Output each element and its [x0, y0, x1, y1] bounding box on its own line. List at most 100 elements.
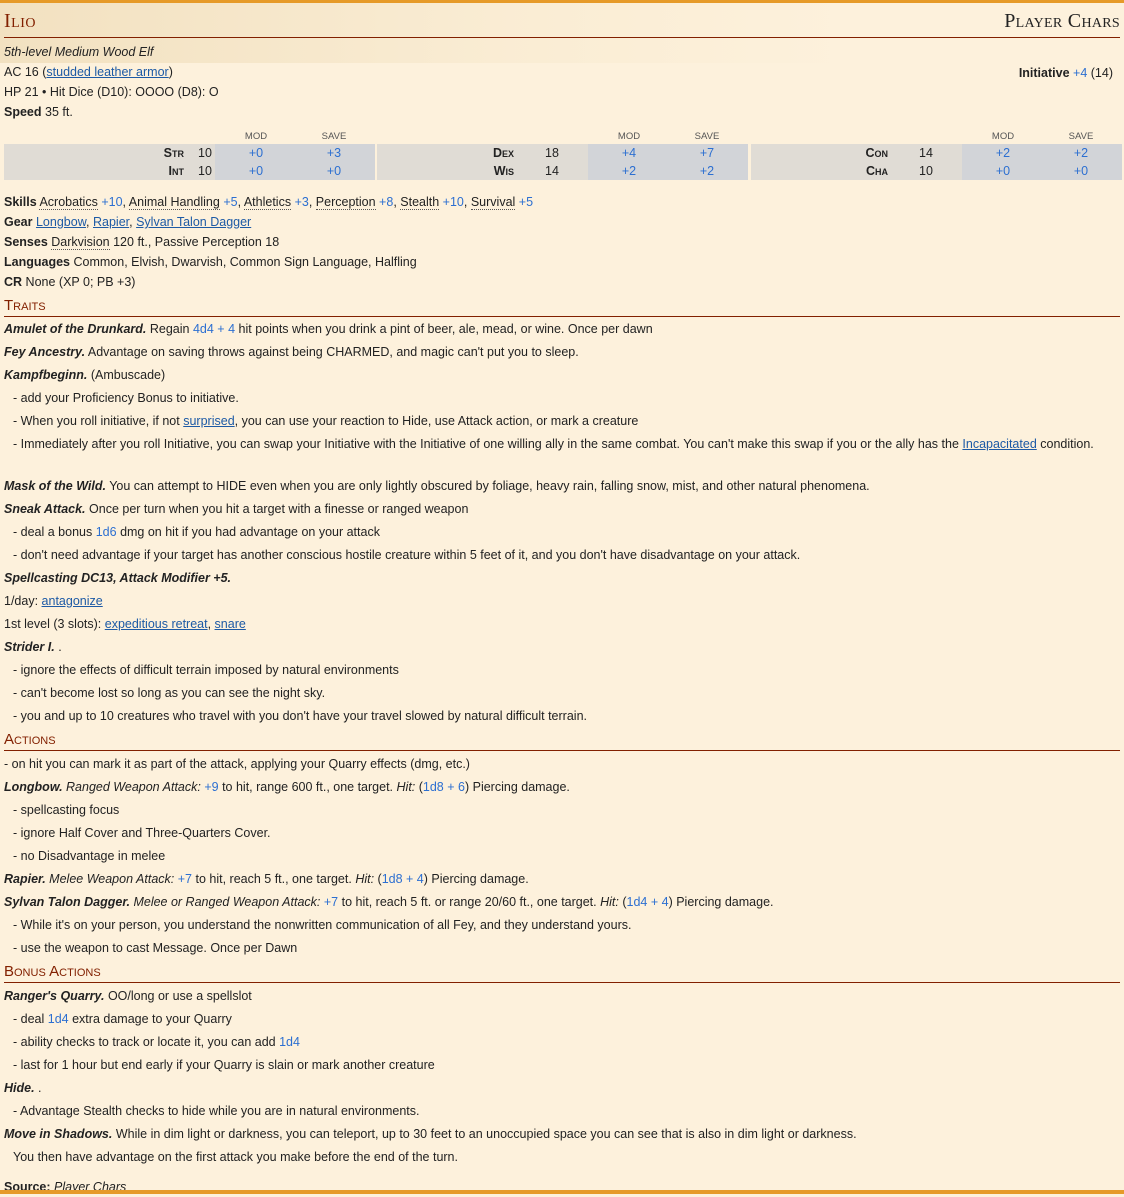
skills-line: Skills Acrobatics +10, Animal Handling +… [4, 195, 534, 210]
ability-save[interactable]: +0 [1040, 162, 1122, 180]
list-item: - don't need advantage if your target ha… [13, 548, 801, 562]
ability-mod[interactable]: +2 [588, 162, 670, 180]
bonus-hide: Hide. . [4, 1078, 1120, 1098]
list-item: - last for 1 hour but end early if your … [13, 1058, 435, 1072]
ability-score: 10 [919, 164, 933, 178]
to-hit-roll[interactable]: +7 [324, 895, 338, 909]
ability-save[interactable]: +2 [666, 162, 748, 180]
action-text: - deal [13, 1012, 45, 1026]
spell-link[interactable]: snare [215, 617, 246, 631]
dice-roll[interactable]: 1d4 [48, 1012, 69, 1026]
ability-group-2: MOD SAVE Dex 18 +4 +7 Wis 14 +2 +2 [377, 128, 748, 180]
attack-type: Melee or Ranged Weapon Attack: [133, 895, 321, 909]
source-tag[interactable]: Player Chars [1004, 10, 1120, 33]
trait-name: Kampfbeginn. [4, 368, 88, 382]
condition-link[interactable]: Incapacitated [962, 437, 1036, 451]
list-item: - add your Proficiency Bonus to initiati… [13, 391, 239, 405]
dice-roll[interactable]: 4d4 + 4 [193, 322, 235, 336]
attack-type: Melee Weapon Attack: [49, 872, 175, 886]
trait-name: Mask of the Wild. [4, 479, 106, 493]
skill-roll[interactable]: +10 [443, 195, 464, 209]
ability-mod[interactable]: +0 [215, 144, 297, 162]
armor-link[interactable]: studded leather armor [46, 65, 168, 79]
mod-header: MOD [244, 131, 268, 142]
senses-line: Senses Darkvision 120 ft., Passive Perce… [4, 232, 1120, 252]
list-item: - ability checks to track or locate it, … [4, 1032, 1120, 1052]
trait-spellcasting: Spellcasting DC13, Attack Modifier +5. [4, 571, 232, 585]
hit-label: Hit: [355, 872, 375, 886]
speed-line: Speed 35 ft. [4, 102, 1120, 122]
sense-term[interactable]: Darkvision [51, 235, 110, 250]
action-name: Move in Shadows. [4, 1127, 113, 1141]
ability-mod[interactable]: +0 [962, 162, 1044, 180]
skill-roll[interactable]: +8 [379, 195, 393, 209]
spell-level: 1st level (3 slots): [4, 617, 102, 631]
ability-save[interactable]: +3 [293, 144, 375, 162]
attack-type: Ranged Weapon Attack: [66, 780, 201, 794]
trait-kampf: Kampfbeginn. (Ambuscade) [4, 365, 1120, 385]
ability-name: Dex [492, 146, 514, 160]
ability-save[interactable]: +2 [1040, 144, 1122, 162]
ability-mod[interactable]: +2 [962, 144, 1044, 162]
action-longbow: Longbow. Ranged Weapon Attack: +9 to hit… [4, 780, 570, 794]
action-dagger: Sylvan Talon Dagger. Melee or Ranged Wea… [4, 895, 774, 909]
dice-roll[interactable]: 1d4 [279, 1035, 300, 1049]
list-item: - you and up to 10 creatures who travel … [13, 709, 587, 723]
condition-link[interactable]: surprised [183, 414, 234, 428]
gear-link[interactable]: Rapier [93, 215, 129, 229]
ability-row-str: Str 10 +0 +3 [4, 144, 375, 162]
skill-roll[interactable]: +5 [519, 195, 533, 209]
gear-link[interactable]: Longbow [36, 215, 86, 229]
ability-mod[interactable]: +0 [215, 162, 297, 180]
hp-line: HP 21 • Hit Dice (D10): OOOO (D8): O [4, 85, 219, 99]
cr-label: CR [4, 275, 23, 289]
languages-value: Common, Elvish, Dwarvish, Common Sign La… [73, 255, 417, 269]
action-name: Sylvan Talon Dagger. [4, 895, 130, 909]
ability-mod[interactable]: +4 [588, 144, 670, 162]
skill-roll[interactable]: +3 [295, 195, 309, 209]
damage-roll[interactable]: 1d8 + 4 [382, 872, 424, 886]
trait-text: (Ambuscade) [90, 368, 166, 382]
to-hit-roll[interactable]: +7 [178, 872, 192, 886]
initiative-value: (14) [1090, 66, 1113, 80]
action-text: Piercing damage. [431, 872, 529, 886]
skill-name[interactable]: Survival [470, 195, 516, 210]
statblock-header: Ilio Player Chars [4, 3, 1120, 38]
trait-text: . [58, 640, 62, 654]
gear-link[interactable]: Sylvan Talon Dagger [136, 215, 251, 229]
damage-roll[interactable]: 1d8 + 6 [423, 780, 465, 794]
list-item: - spellcasting focus [13, 803, 120, 817]
languages-label: Languages [4, 255, 70, 269]
to-hit-roll[interactable]: +9 [204, 780, 218, 794]
list-item: - use the weapon to cast Message. Once p… [13, 941, 298, 955]
list-item: You then have advantage on the first att… [13, 1150, 458, 1164]
action-text: While in dim light or darkness, you can … [115, 1127, 857, 1141]
spell-link[interactable]: expeditious retreat [105, 617, 208, 631]
skill-roll[interactable]: +10 [101, 195, 122, 209]
ability-row-cha: Cha 10 +0 +0 [751, 162, 1122, 180]
spell-link[interactable]: antagonize [42, 594, 103, 608]
damage-roll[interactable]: 1d4 + 4 [627, 895, 669, 909]
trait-sneak: Sneak Attack. Once per turn when you hit… [4, 499, 1120, 519]
skill-name[interactable]: Acrobatics [39, 195, 98, 210]
action-name: Ranger's Quarry. [4, 989, 105, 1003]
ability-row-int: Int 10 +0 +0 [4, 162, 375, 180]
ability-save[interactable]: +0 [293, 162, 375, 180]
list-item: - ignore the effects of difficult terrai… [13, 663, 399, 677]
save-header: SAVE [1068, 131, 1094, 142]
spell-line: 1st level (3 slots): expeditious retreat… [4, 617, 246, 631]
skill-name[interactable]: Animal Handling [128, 195, 220, 210]
ability-save[interactable]: +7 [666, 144, 748, 162]
action-text: to hit, range 600 ft., one target. [222, 780, 394, 794]
initiative-roll[interactable]: +4 [1073, 66, 1087, 80]
skill-name[interactable]: Perception [315, 195, 376, 210]
list-item: - deal a bonus 1d6 dmg on hit if you had… [4, 522, 1120, 542]
skill-name[interactable]: Stealth [400, 195, 440, 210]
skill-roll[interactable]: +5 [223, 195, 237, 209]
action-text: Piercing damage. [676, 895, 774, 909]
skill-name[interactable]: Athletics [243, 195, 292, 210]
hit-label: Hit: [396, 780, 416, 794]
trait-text: - deal a bonus [13, 525, 93, 539]
dice-roll[interactable]: 1d6 [96, 525, 117, 539]
action-name: Longbow. [4, 780, 63, 794]
